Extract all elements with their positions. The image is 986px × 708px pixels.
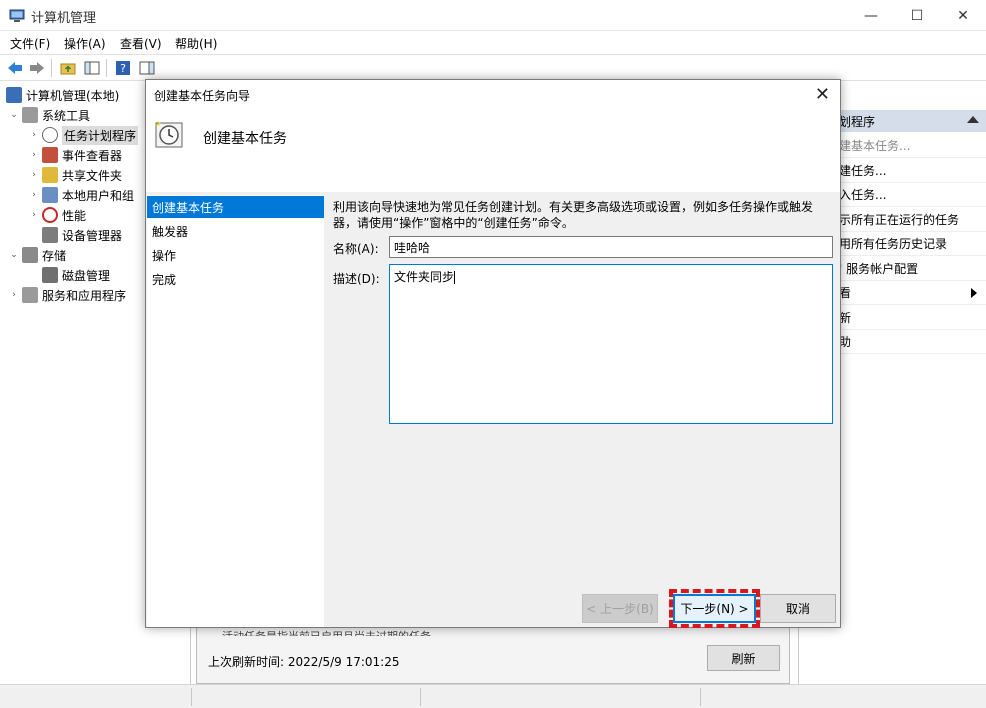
submenu-arrow-icon	[971, 288, 977, 298]
tree-item-event-viewer[interactable]: › 事件查看器	[28, 145, 122, 165]
event-log-icon	[42, 147, 58, 163]
text-cursor	[454, 271, 456, 284]
device-manager-icon	[42, 227, 58, 243]
back-button[interactable]: < 上一步(B)	[582, 594, 658, 623]
step-create-basic-task[interactable]: 创建基本任务	[147, 196, 324, 218]
toolbar: ?	[0, 54, 986, 81]
step-action[interactable]: 操作	[147, 244, 324, 266]
forward-arrow-icon[interactable]	[27, 58, 47, 78]
last-refresh-time: 上次刷新时间: 2022/5/9 17:01:25	[208, 655, 400, 669]
tree-item-system-tools[interactable]: ⌄ 系统工具	[8, 105, 90, 125]
name-field[interactable]: 哇哈哈	[389, 236, 833, 258]
dialog-close-button[interactable]: ✕	[815, 84, 830, 105]
tree-item-task-scheduler[interactable]: › 任务计划程序	[28, 125, 139, 145]
help-icon[interactable]: ?	[113, 58, 133, 78]
chevron-right-icon[interactable]: ›	[28, 210, 40, 220]
cancel-button[interactable]: 取消	[760, 594, 836, 623]
description-label: 描述(D):	[333, 272, 380, 286]
performance-icon	[42, 207, 58, 223]
tools-icon	[22, 107, 38, 123]
name-label: 名称(A):	[333, 242, 379, 256]
dialog-header: 创建基本任务向导 ✕ 创建基本任务	[146, 80, 840, 192]
window-title: 计算机管理	[31, 11, 97, 26]
step-finish[interactable]: 完成	[147, 268, 324, 290]
wizard-content: 利用该向导快速地为常见任务创建计划。有关更多高级选项或设置，例如多任务操作或触发…	[324, 195, 840, 627]
chevron-down-icon[interactable]: ⌄	[8, 250, 20, 260]
close-button[interactable]: ✕	[940, 0, 986, 31]
tree-item-device-manager[interactable]: 设备管理器	[40, 225, 122, 245]
refresh-button[interactable]: 刷新	[707, 645, 780, 671]
chevron-right-icon[interactable]: ›	[28, 150, 40, 160]
next-button-highlight	[669, 589, 760, 628]
status-divider	[191, 688, 192, 706]
menu-action[interactable]: 操作(A)	[64, 35, 106, 52]
collapse-up-icon[interactable]	[967, 116, 979, 123]
menu-help[interactable]: 帮助(H)	[175, 35, 217, 52]
chevron-right-icon[interactable]: ›	[8, 290, 20, 300]
chevron-right-icon[interactable]: ›	[28, 130, 40, 140]
clock-icon	[42, 127, 58, 143]
tree-item-root[interactable]: 计算机管理(本地)	[4, 85, 119, 105]
computer-icon	[6, 87, 22, 103]
back-arrow-icon[interactable]	[5, 58, 25, 78]
maximize-button[interactable]: ☐	[894, 0, 940, 31]
status-divider	[700, 688, 701, 706]
computer-management-icon	[9, 9, 25, 22]
shared-folder-icon	[42, 167, 58, 183]
create-basic-task-dialog: 创建基本任务向导 ✕ 创建基本任务 创建基本任务 触发器 操作 完成 利用该向导…	[145, 79, 841, 628]
chevron-right-icon[interactable]: ›	[28, 190, 40, 200]
tree-item-local-users[interactable]: › 本地用户和组	[28, 185, 134, 205]
folder-up-icon[interactable]	[58, 58, 78, 78]
status-bar	[0, 684, 986, 708]
disk-icon	[42, 267, 58, 283]
tree-item-shared-folders[interactable]: › 共享文件夹	[28, 165, 122, 185]
chevron-right-icon[interactable]: ›	[28, 170, 40, 180]
status-divider	[420, 688, 421, 706]
menu-bar: 文件(F) 操作(A) 查看(V) 帮助(H)	[0, 31, 986, 54]
wizard-steps: 创建基本任务 触发器 操作 完成	[147, 195, 324, 627]
menu-file[interactable]: 文件(F)	[10, 35, 50, 52]
menu-view[interactable]: 查看(V)	[120, 35, 162, 52]
storage-icon	[22, 247, 38, 263]
tree-item-performance[interactable]: › 性能	[28, 205, 86, 225]
show-hide-tree-icon[interactable]	[82, 58, 102, 78]
task-status-text: 活动任务是指当前已启用且尚未过期的任务。	[222, 628, 522, 636]
step-trigger[interactable]: 触发器	[147, 220, 324, 242]
chevron-down-icon[interactable]: ⌄	[8, 110, 20, 120]
tree-item-disk-management[interactable]: 磁盘管理	[40, 265, 110, 285]
svg-text:?: ?	[120, 62, 126, 75]
tree-item-services-apps[interactable]: › 服务和应用程序	[8, 285, 126, 305]
services-icon	[22, 287, 38, 303]
title-bar: 计算机管理 — ☐ ✕	[0, 0, 986, 31]
minimize-button[interactable]: —	[848, 0, 894, 31]
task-clock-icon	[155, 121, 183, 148]
show-action-pane-icon[interactable]	[137, 58, 157, 78]
description-field[interactable]: 文件夹同步	[389, 264, 833, 424]
wizard-description: 利用该向导快速地为常见任务创建计划。有关更多高级选项或设置，例如多任务操作或触发…	[333, 200, 814, 230]
dialog-title: 创建基本任务向导	[154, 89, 251, 103]
dialog-heading: 创建基本任务	[203, 131, 287, 147]
users-icon	[42, 187, 58, 203]
tree-item-storage[interactable]: ⌄ 存储	[8, 245, 66, 265]
